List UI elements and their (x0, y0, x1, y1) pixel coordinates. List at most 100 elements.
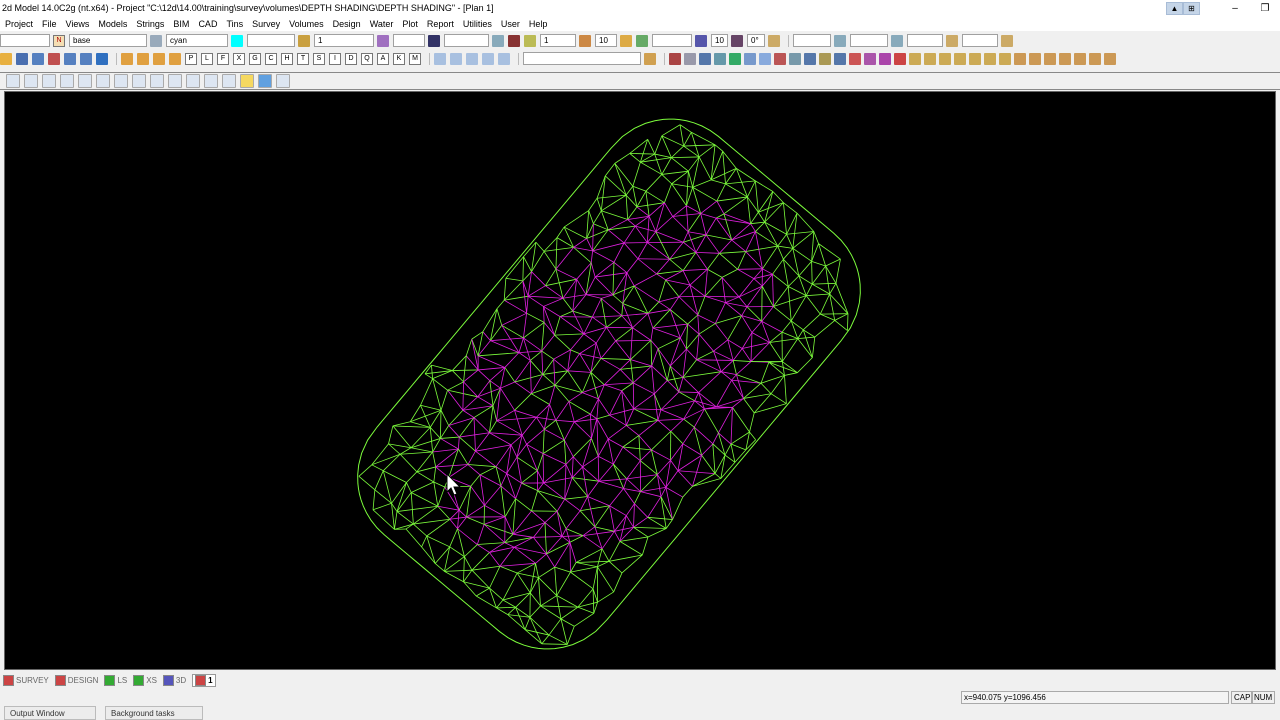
model-add-icon[interactable] (137, 52, 149, 65)
text-justify-icon[interactable] (636, 34, 648, 47)
tool-icon-21[interactable] (969, 52, 981, 65)
snap-circle-icon[interactable] (482, 52, 494, 65)
undo-icon[interactable] (64, 52, 76, 65)
import-icon[interactable] (32, 52, 44, 65)
text-size-field[interactable]: 1 (540, 34, 576, 47)
snap-point-icon[interactable] (434, 52, 446, 65)
copy-view-icon[interactable] (204, 74, 218, 88)
remove-from-view-icon[interactable] (42, 74, 56, 88)
tool-icon-12[interactable] (834, 52, 846, 65)
string-filter-c[interactable]: C (265, 52, 277, 65)
tool-icon-9[interactable] (789, 52, 801, 65)
view-settings-icon[interactable] (222, 74, 236, 88)
weight-icon[interactable] (298, 34, 310, 47)
string-filter-p[interactable]: P (185, 52, 197, 65)
plan-view[interactable] (4, 91, 1276, 670)
view-tab-survey[interactable]: SURVEY (3, 675, 49, 686)
view-tab-xs[interactable]: XS (133, 675, 157, 686)
settings-icon[interactable] (96, 52, 108, 65)
line-weight-icon[interactable] (428, 34, 440, 47)
field-d[interactable] (962, 34, 998, 47)
tool-icon-18[interactable] (924, 52, 936, 65)
tool-icon-17[interactable] (909, 52, 921, 65)
chainage-icon[interactable] (946, 34, 958, 47)
pin-icon[interactable]: ⊞ (1183, 1, 1200, 15)
redo-icon[interactable] (80, 52, 92, 65)
dropdown-b-icon[interactable] (891, 34, 903, 47)
save-icon[interactable] (16, 52, 28, 65)
clear-view-icon[interactable] (150, 74, 164, 88)
string-filter-a[interactable]: A (377, 52, 389, 65)
tool-icon-29[interactable] (1089, 52, 1101, 65)
tool-icon-23[interactable] (999, 52, 1011, 65)
text-height-icon[interactable] (579, 34, 591, 47)
model-layers-icon[interactable] (150, 34, 162, 47)
tool-icon-5[interactable] (729, 52, 741, 65)
open-folder-icon[interactable] (0, 52, 12, 65)
dropdown-a-icon[interactable] (834, 34, 846, 47)
model-icon[interactable] (121, 52, 133, 65)
angle-icon[interactable] (731, 34, 743, 47)
linestyle-icon[interactable] (377, 34, 389, 47)
tool-icon-15[interactable] (879, 52, 891, 65)
string-filter-d[interactable]: D (345, 52, 357, 65)
restore-button[interactable]: ❐ (1250, 3, 1280, 14)
search-icon[interactable] (644, 52, 656, 65)
menu-views[interactable]: Views (66, 19, 90, 29)
model-remove-icon[interactable] (153, 52, 165, 65)
tool-icon-20[interactable] (954, 52, 966, 65)
text-style-field[interactable] (444, 34, 489, 47)
size-field[interactable]: 10 (711, 34, 728, 47)
string-filter-s[interactable]: S (313, 52, 325, 65)
string-filter-l[interactable]: L (201, 52, 213, 65)
menu-file[interactable]: File (42, 19, 57, 29)
export-icon[interactable] (48, 52, 60, 65)
string-filter-q[interactable]: Q (361, 52, 373, 65)
menu-project[interactable]: Project (5, 19, 33, 29)
pick-icon[interactable] (168, 74, 182, 88)
string-filter-f[interactable]: F (217, 52, 229, 65)
snap-intersect-icon[interactable] (450, 52, 462, 65)
tool-icon-13[interactable] (849, 52, 861, 65)
menu-survey[interactable]: Survey (252, 19, 280, 29)
menu-volumes[interactable]: Volumes (289, 19, 324, 29)
tool-icon-7[interactable] (759, 52, 771, 65)
name-field[interactable] (0, 34, 50, 47)
tool-icon-26[interactable] (1044, 52, 1056, 65)
menu-models[interactable]: Models (98, 19, 127, 29)
tool-icon-8[interactable] (774, 52, 786, 65)
print-icon[interactable] (186, 74, 200, 88)
view-tab-3d[interactable]: 3D (162, 675, 186, 686)
snap-line-icon[interactable] (466, 52, 478, 65)
style-field[interactable] (247, 34, 295, 47)
minimize-button[interactable]: – (1220, 3, 1250, 14)
snap-arc-icon[interactable] (498, 52, 510, 65)
text-height-field[interactable]: 10 (595, 34, 617, 47)
menu-design[interactable]: Design (333, 19, 361, 29)
string-filter-x[interactable]: X (233, 52, 245, 65)
angle-field[interactable]: 0° (747, 34, 765, 47)
string-filter-t[interactable]: T (297, 52, 309, 65)
tool-icon-27[interactable] (1059, 52, 1071, 65)
menu-tins[interactable]: Tins (226, 19, 243, 29)
menu-water[interactable]: Water (370, 19, 394, 29)
zoom-out-icon[interactable] (132, 74, 146, 88)
add-to-view-icon[interactable] (24, 74, 38, 88)
menu-utilities[interactable]: Utilities (463, 19, 492, 29)
string-filter-k[interactable]: K (393, 52, 405, 65)
output-window-button[interactable]: Output Window (4, 706, 96, 720)
slope-icon[interactable] (768, 34, 780, 47)
chainage-2-icon[interactable] (1001, 34, 1013, 47)
tool-icon-11[interactable] (819, 52, 831, 65)
field-b[interactable] (850, 34, 888, 47)
star-icon[interactable] (258, 74, 272, 88)
tool-icon-4[interactable] (714, 52, 726, 65)
menu-plot[interactable]: Plot (402, 19, 418, 29)
menu-strings[interactable]: Strings (136, 19, 164, 29)
pen-icon[interactable] (508, 34, 520, 47)
rotate-icon[interactable] (695, 34, 707, 47)
name-icon[interactable]: N (53, 34, 65, 47)
string-filter-h[interactable]: H (281, 52, 293, 65)
tool-icon-24[interactable] (1014, 52, 1026, 65)
tool-icon-16[interactable] (894, 52, 906, 65)
